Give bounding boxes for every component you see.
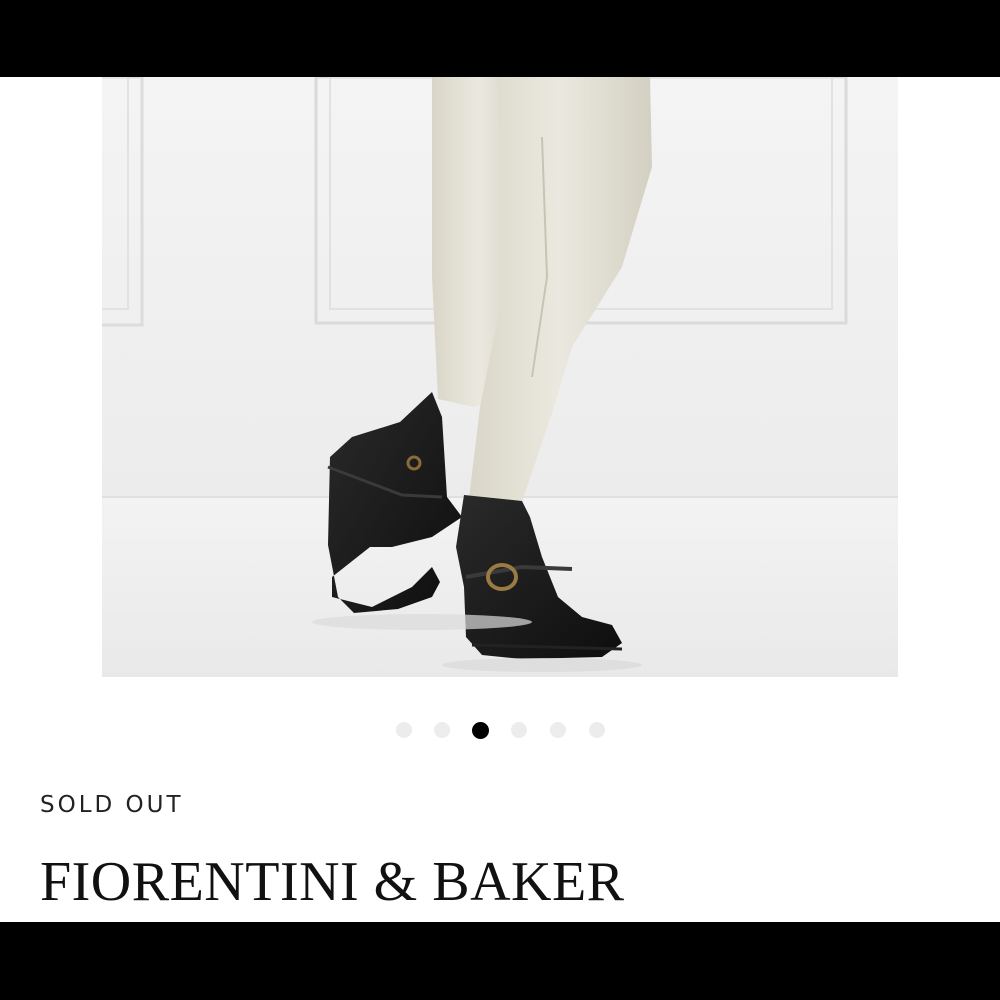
product-image[interactable] [102,77,898,677]
pager-dot-active[interactable] [472,722,489,739]
image-pager [0,722,1000,740]
pager-dot[interactable] [589,722,605,738]
bottom-bar [0,922,1000,1000]
top-bar [0,0,1000,77]
sold-out-label: SOLD OUT [40,792,184,818]
product-photo [102,77,898,677]
brand-name[interactable]: FIORENTINI & BAKER [40,850,625,914]
pager-dot[interactable] [550,722,566,738]
product-detail-screen: SOLD OUT FIORENTINI & BAKER [0,0,1000,1000]
pager-dot[interactable] [511,722,527,738]
pager-dot[interactable] [434,722,450,738]
pager-dot[interactable] [396,722,412,738]
